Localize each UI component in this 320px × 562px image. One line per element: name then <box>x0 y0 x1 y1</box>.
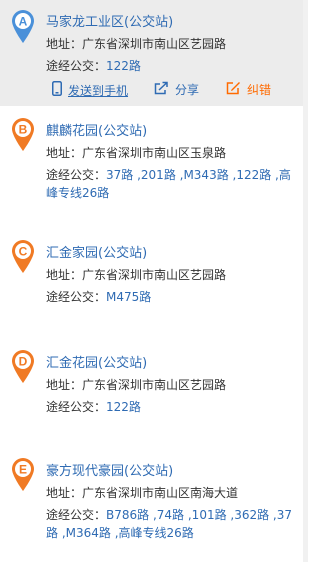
result-item-c[interactable]: C 汇金家园(公交站) 地址：广东省深圳市南山区艺园路 途经公交：M475路 <box>0 232 303 312</box>
station-title[interactable]: 马家龙工业区(公交站) <box>46 11 173 30</box>
address-label: 地址： <box>46 486 83 500</box>
route-links[interactable]: M475路 <box>106 290 151 304</box>
svg-text:B: B <box>19 123 28 137</box>
address-value: 广东省深圳市南山区玉泉路 <box>82 146 227 160</box>
svg-text:A: A <box>19 15 28 29</box>
report-error-label: 纠错 <box>247 83 272 97</box>
address-label: 地址： <box>46 378 83 392</box>
edit-icon <box>226 81 241 98</box>
marker-d-icon: D <box>10 348 36 384</box>
send-to-phone-button[interactable]: 发送到手机 <box>52 81 128 99</box>
routes-line: 途经公交：122路 <box>46 55 295 77</box>
marker-b-icon: B <box>10 116 36 152</box>
svg-text:D: D <box>19 355 28 369</box>
address-line: 地址：广东省深圳市南山区南海大道 <box>46 482 295 504</box>
marker-c-icon: C <box>10 238 36 274</box>
route-links[interactable]: 122路 <box>106 400 141 414</box>
address-value: 广东省深圳市南山区艺园路 <box>82 378 227 392</box>
station-title[interactable]: 汇金家园(公交站) <box>46 242 147 261</box>
scrollbar[interactable] <box>303 0 308 562</box>
marker-e-icon: E <box>10 456 36 492</box>
address-value: 广东省深圳市南山区艺园路 <box>82 37 227 51</box>
routes-label: 途经公交： <box>46 59 107 73</box>
address-label: 地址： <box>46 268 83 282</box>
station-title[interactable]: 麒麟花园(公交站) <box>46 120 147 139</box>
station-title[interactable]: 汇金花园(公交站) <box>46 352 147 371</box>
routes-line: 途经公交：122路 <box>46 396 295 418</box>
address-line: 地址：广东省深圳市南山区艺园路 <box>46 33 295 55</box>
share-label: 分享 <box>175 83 200 97</box>
routes-line-cont: 峰专线26路 <box>46 182 295 204</box>
send-to-phone-label: 发送到手机 <box>68 83 129 98</box>
routes-label: 途经公交： <box>46 400 107 414</box>
marker-a-icon: A <box>10 8 36 44</box>
address-line: 地址：广东省深圳市南山区玉泉路 <box>46 142 295 164</box>
route-links[interactable]: 122路 <box>106 59 141 73</box>
result-item-e[interactable]: E 豪方现代豪园(公交站) 地址：广东省深圳市南山区南海大道 途经公交：B786… <box>0 450 303 550</box>
result-item-a[interactable]: A 马家龙工业区(公交站) 地址：广东省深圳市南山区艺园路 途经公交：122路 … <box>0 0 303 106</box>
result-item-b[interactable]: B 麒麟花园(公交站) 地址：广东省深圳市南山区玉泉路 途经公交：37路 ,20… <box>0 110 303 210</box>
route-links[interactable]: 峰专线26路 <box>46 186 109 200</box>
svg-text:C: C <box>19 245 28 259</box>
route-links[interactable]: B786路 ,74路 ,101路 ,362路 ,37 <box>106 508 292 522</box>
phone-icon <box>52 81 62 99</box>
result-item-d[interactable]: D 汇金花园(公交站) 地址：广东省深圳市南山区艺园路 途经公交：122路 <box>0 342 303 422</box>
routes-line-cont: 路 ,M364路 ,高峰专线26路 <box>46 522 295 544</box>
routes-label: 途经公交： <box>46 168 107 182</box>
station-title[interactable]: 豪方现代豪园(公交站) <box>46 460 173 479</box>
report-error-button[interactable]: 纠错 <box>226 81 271 98</box>
address-value: 广东省深圳市南山区南海大道 <box>82 486 239 500</box>
address-value: 广东省深圳市南山区艺园路 <box>82 268 227 282</box>
action-bar: 发送到手机 分享 纠错 <box>46 81 296 101</box>
route-links[interactable]: 路 ,M364路 ,高峰专线26路 <box>46 526 194 540</box>
routes-line: 途经公交：M475路 <box>46 286 295 308</box>
routes-label: 途经公交： <box>46 290 107 304</box>
address-line: 地址：广东省深圳市南山区艺园路 <box>46 374 295 396</box>
svg-text:E: E <box>19 463 27 477</box>
address-line: 地址：广东省深圳市南山区艺园路 <box>46 264 295 286</box>
share-icon <box>154 81 169 98</box>
address-label: 地址： <box>46 37 83 51</box>
route-links[interactable]: 37路 ,201路 ,M343路 ,122路 ,高 <box>106 168 291 182</box>
routes-label: 途经公交： <box>46 508 107 522</box>
address-label: 地址： <box>46 146 83 160</box>
share-button[interactable]: 分享 <box>154 81 199 98</box>
